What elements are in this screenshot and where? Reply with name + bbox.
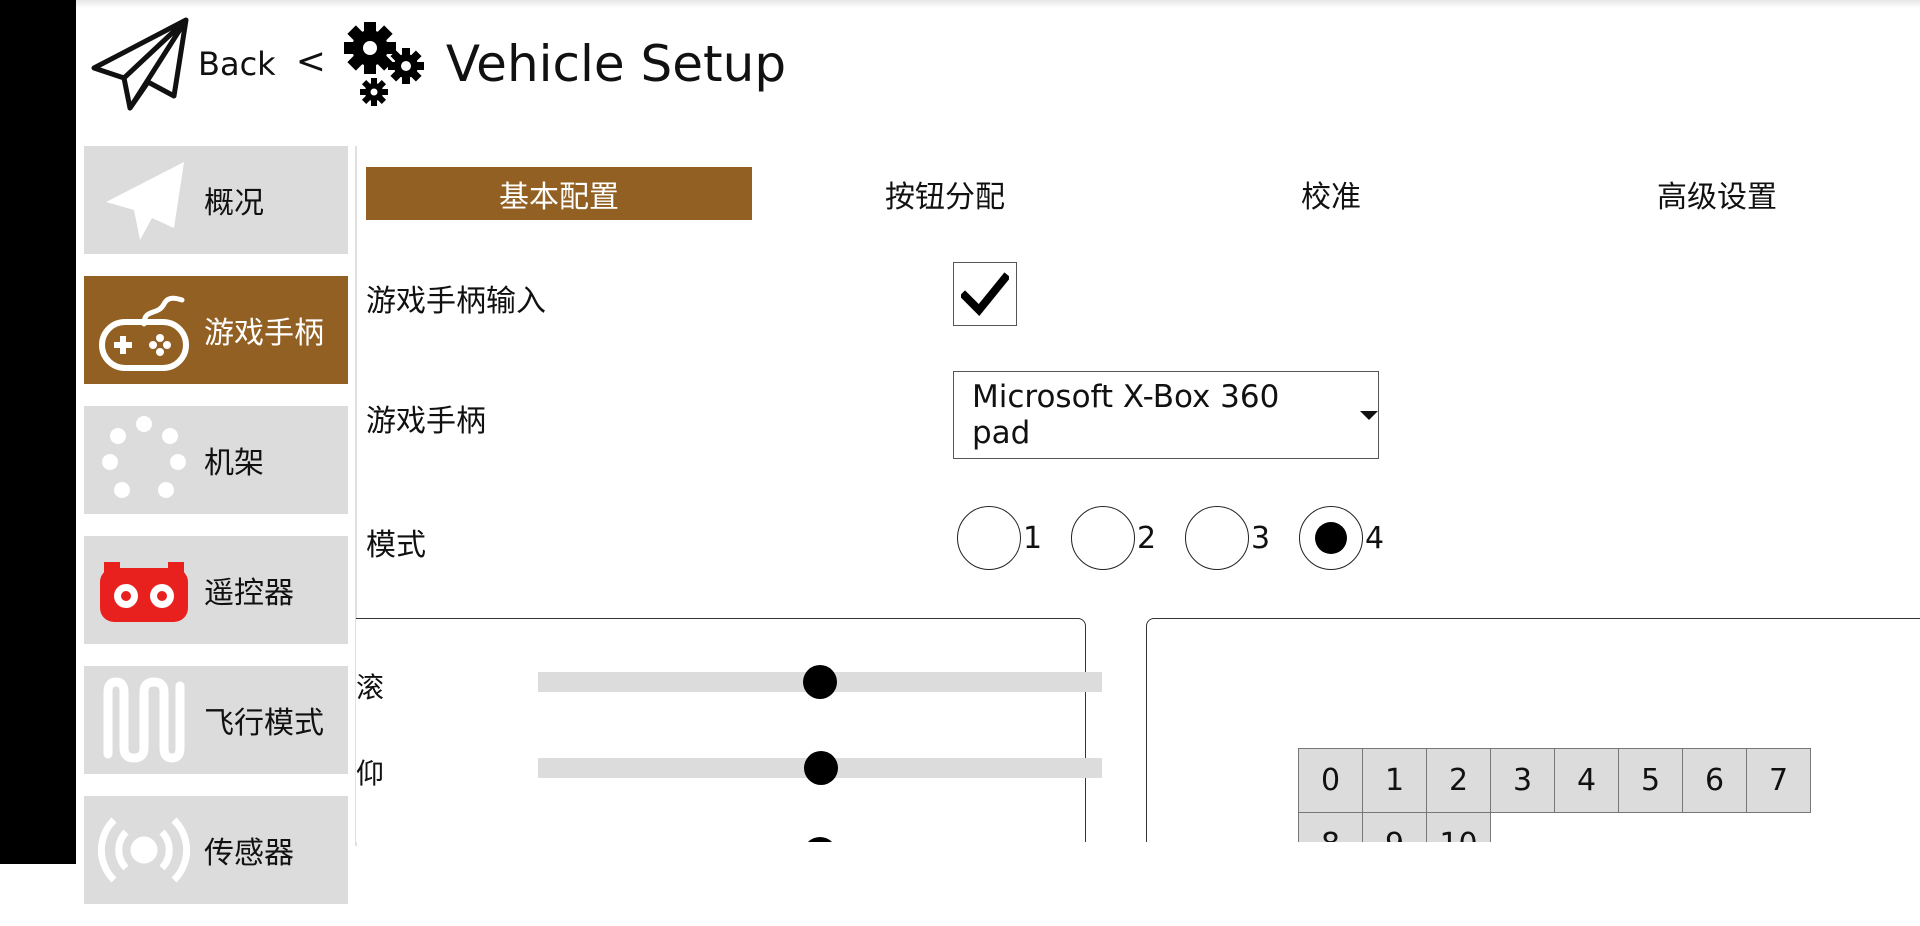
back-button[interactable]: Back (90, 16, 276, 112)
button-indicator-grid: 0 1 2 3 4 5 6 7 8 9 10 (1298, 748, 1811, 842)
joystick-dropdown-value: Microsoft X-Box 360 pad (972, 379, 1280, 451)
sidebar-item-label: 飞行模式 (204, 706, 324, 741)
slider-thumb[interactable] (803, 665, 837, 699)
tab-bar: 基本配置 按钮分配 校准 高级设置 (366, 167, 1910, 220)
sidebar-item-sensors[interactable]: 传感器 (84, 796, 348, 904)
paper-plane-icon (91, 17, 189, 111)
sidebar-item-label: 游戏手柄 (204, 316, 324, 351)
sidebar-item-joystick[interactable]: 游戏手柄 (84, 276, 348, 384)
tab-button-assignment[interactable]: 按钮分配 (752, 167, 1138, 220)
radio-label: 1 (1023, 520, 1043, 556)
button-indicator: 8 (1298, 812, 1363, 842)
tab-calibration[interactable]: 校准 (1138, 167, 1524, 220)
paper-plane-icon (98, 154, 190, 246)
slider-thumb[interactable] (804, 751, 838, 785)
joystick-enable-checkbox[interactable] (953, 262, 1017, 326)
tab-advanced-settings[interactable]: 高级设置 (1524, 167, 1910, 220)
radio-circle (1299, 506, 1363, 570)
mode-radio-2[interactable]: 2 (1071, 506, 1156, 570)
button-indicator: 0 (1298, 748, 1363, 813)
axis-label-roll: 滚 (356, 671, 385, 704)
breadcrumb-separator: < (295, 40, 326, 82)
header: Back < Vehicle Setup (90, 14, 786, 114)
chevron-down-icon (1360, 410, 1378, 420)
radio-label: 4 (1365, 520, 1385, 556)
sidebar-item-label: 概况 (204, 186, 264, 221)
sidebar-item-airframe[interactable]: 机架 (84, 406, 348, 514)
page-title: Vehicle Setup (445, 35, 787, 93)
radio-circle (957, 506, 1021, 570)
mode-radio-1[interactable]: 1 (957, 506, 1042, 570)
radio-label: 3 (1251, 520, 1271, 556)
sidebar: 概况 游戏手柄 机架 遥控器 飞行模式 传感器 (84, 146, 348, 926)
joystick-dropdown[interactable]: Microsoft X-Box 360 pad (953, 371, 1379, 459)
button-indicator: 10 (1426, 812, 1491, 842)
sidebar-item-label: 传感器 (204, 836, 294, 871)
radio-selected-dot (1315, 522, 1347, 554)
joystick-select-label: 游戏手柄 (366, 404, 486, 439)
axis-slider-pitch[interactable] (538, 751, 1102, 785)
flight-modes-icon (98, 674, 190, 766)
sidebar-item-flight-modes[interactable]: 飞行模式 (84, 666, 348, 774)
sidebar-item-summary[interactable]: 概况 (84, 146, 348, 254)
left-black-bar (0, 0, 76, 864)
gears-icon (343, 22, 424, 106)
button-indicator: 2 (1426, 748, 1491, 813)
mode-radio-3[interactable]: 3 (1185, 506, 1270, 570)
monitor-area: 滚 仰 0 1 2 3 4 5 6 7 8 9 10 (356, 618, 1920, 842)
axis-monitor-panel (356, 618, 1086, 842)
sidebar-item-label: 遥控器 (204, 576, 294, 611)
sensors-icon (98, 804, 190, 896)
button-indicator: 4 (1554, 748, 1619, 813)
radio-circle (1185, 506, 1249, 570)
tab-basic-config[interactable]: 基本配置 (366, 167, 752, 220)
gamepad-icon (98, 284, 190, 376)
joystick-enable-label: 游戏手柄输入 (366, 284, 546, 319)
sidebar-item-radio[interactable]: 遥控器 (84, 536, 348, 644)
button-indicator: 9 (1362, 812, 1427, 842)
mode-radio-4[interactable]: 4 (1299, 506, 1384, 570)
button-indicator: 6 (1682, 748, 1747, 813)
airframe-dots-icon (98, 414, 190, 506)
checkmark-icon (961, 272, 1009, 316)
button-indicator: 7 (1746, 748, 1811, 813)
axis-label-pitch: 仰 (356, 757, 385, 790)
back-label: Back (198, 45, 276, 83)
radio-label: 2 (1137, 520, 1157, 556)
button-indicator: 1 (1362, 748, 1427, 813)
axis-slider-roll[interactable] (538, 665, 1102, 699)
radio-controller-icon (98, 544, 190, 636)
radio-circle (1071, 506, 1135, 570)
button-indicator: 5 (1618, 748, 1683, 813)
top-shadow (76, 0, 1920, 8)
sidebar-item-label: 机架 (204, 446, 264, 481)
mode-label: 模式 (366, 528, 426, 563)
button-indicator: 3 (1490, 748, 1555, 813)
